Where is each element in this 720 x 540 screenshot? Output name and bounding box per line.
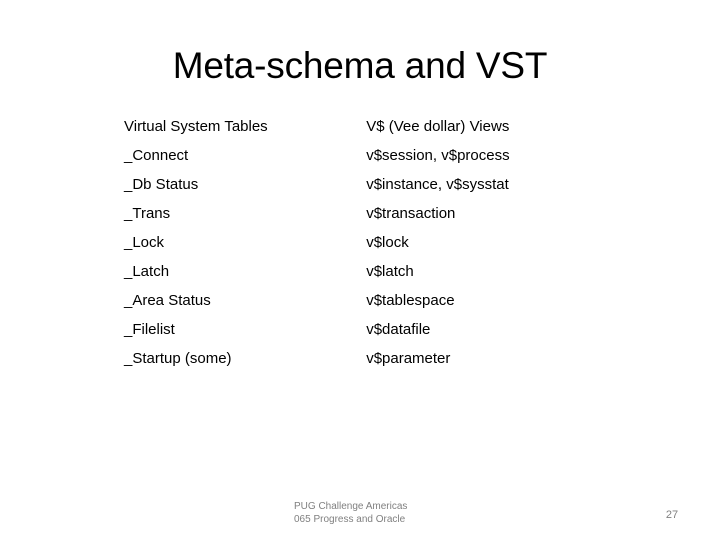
table-body: Virtual System Tables V$ (Vee dollar) Vi… <box>124 112 544 373</box>
column-header-virtual-system-tables: Virtual System Tables <box>124 117 268 135</box>
cell-vst-name: _Connect <box>124 146 189 164</box>
table-row: _Area Status v$tablespace <box>124 286 544 315</box>
cell-view-name: v$instance, v$sysstat <box>366 175 509 193</box>
table-header-row: Virtual System Tables V$ (Vee dollar) Vi… <box>124 112 544 141</box>
cell-vst-name: _Db Status <box>124 175 199 193</box>
table-row: _Startup (some) v$parameter <box>124 344 544 373</box>
table-row: _Latch v$latch <box>124 257 544 286</box>
cell-view-name: v$lock <box>366 233 409 251</box>
slide: Meta-schema and VST Virtual System Table… <box>0 0 720 540</box>
footer-line-1: PUG Challenge Americas <box>294 501 408 512</box>
cell-vst-name: _Area Status <box>124 291 211 309</box>
table-row: _Lock v$lock <box>124 228 544 257</box>
cell-view-name: v$transaction <box>366 204 456 222</box>
cell-vst-name: _Lock <box>124 233 165 251</box>
vst-mapping-table: Virtual System Tables V$ (Vee dollar) Vi… <box>124 112 544 373</box>
table-row: _Db Status v$instance, v$sysstat <box>124 170 544 199</box>
cell-vst-name: _Startup (some) <box>124 349 232 367</box>
cell-view-name: v$parameter <box>366 349 451 367</box>
cell-vst-name: _Latch <box>124 262 170 280</box>
cell-vst-name: _Trans <box>124 204 171 222</box>
page-title: Meta-schema and VST <box>172 45 548 86</box>
table-row: _Filelist v$datafile <box>124 315 544 344</box>
cell-view-name: v$latch <box>366 262 414 280</box>
footer-note: PUG Challenge Americas 065 Progress and … <box>294 500 407 526</box>
table-row: _Trans v$transaction <box>124 199 544 228</box>
footer-line-2: 065 Progress and Oracle <box>294 514 406 525</box>
page-number: 27 <box>665 509 679 521</box>
cell-vst-name: _Filelist <box>124 320 175 338</box>
cell-view-name: v$tablespace <box>366 291 455 309</box>
column-header-vee-dollar-views: V$ (Vee dollar) Views <box>366 117 510 135</box>
cell-view-name: v$datafile <box>366 320 431 338</box>
cell-view-name: v$session, v$process <box>366 146 510 164</box>
table-row: _Connect v$session, v$process <box>124 141 544 170</box>
